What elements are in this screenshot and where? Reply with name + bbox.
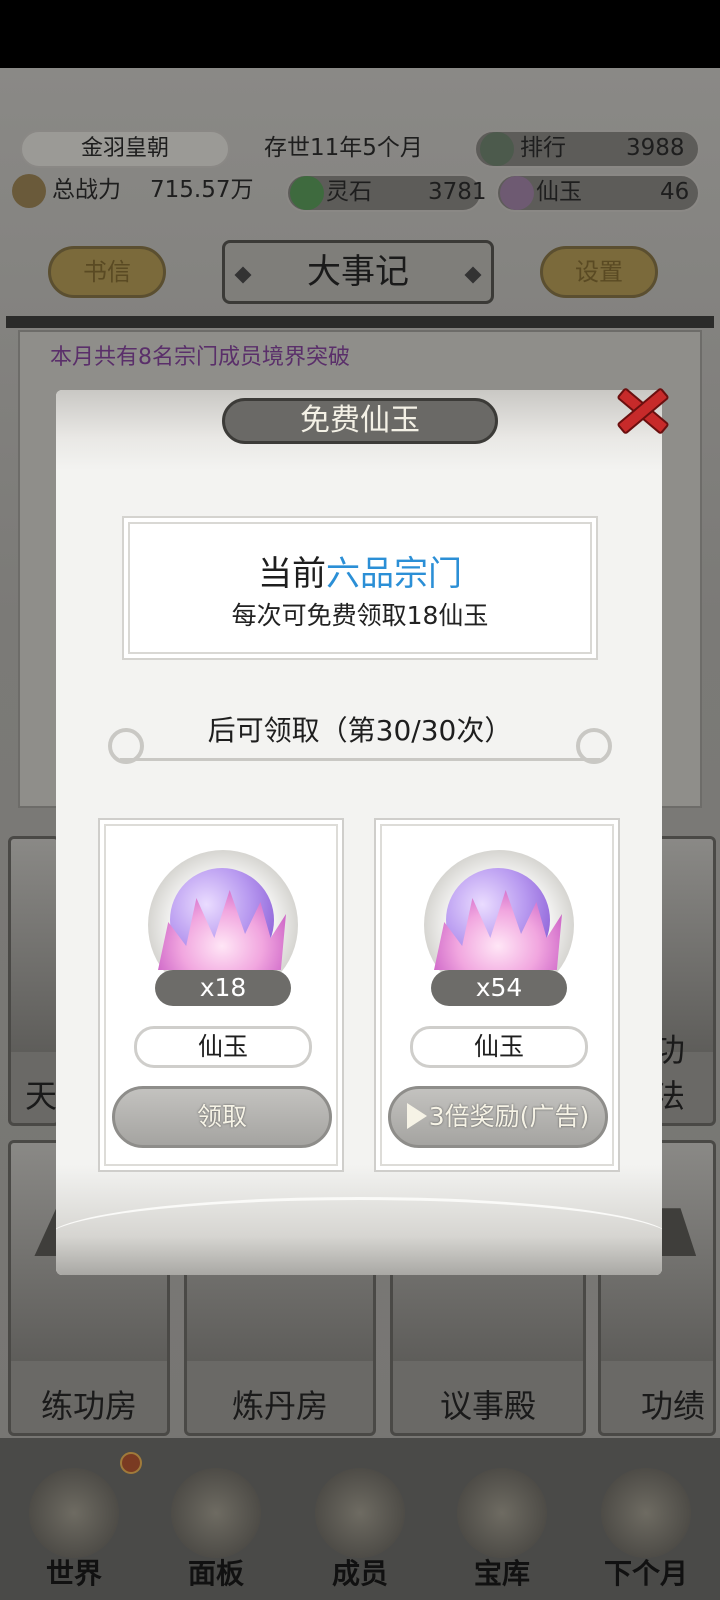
chronicle-title-text: 大事记 bbox=[307, 252, 409, 292]
dialog-title: 免费仙玉 bbox=[222, 398, 498, 444]
building-label: 功法 bbox=[653, 1031, 686, 1115]
building-art bbox=[653, 839, 713, 1052]
jade-label: 仙玉 bbox=[536, 179, 582, 205]
sect-rank-box: 当前六品宗门 每次可免费领取18仙玉 bbox=[122, 516, 598, 660]
reward-item-name: 仙玉 bbox=[410, 1026, 588, 1068]
rank-icon bbox=[480, 132, 514, 166]
nav-panel[interactable]: 面板 bbox=[146, 1438, 286, 1600]
notification-dot bbox=[120, 1452, 142, 1474]
nav-label: 面板 bbox=[187, 1557, 244, 1590]
nav-label: 世界 bbox=[45, 1557, 102, 1590]
power-label: 总战力 bbox=[52, 177, 121, 203]
sect-rank-line: 当前六品宗门 bbox=[124, 546, 596, 595]
nav-next-month[interactable]: 下个月 bbox=[576, 1438, 716, 1600]
rank-prefix: 当前 bbox=[258, 554, 326, 594]
spirit-stone-icon bbox=[290, 176, 324, 210]
rank-description: 每次可免费领取18仙玉 bbox=[231, 601, 489, 630]
diamond-ornament-right bbox=[464, 266, 482, 284]
scroll-divider bbox=[120, 758, 600, 761]
sect-name: 金羽皇朝 bbox=[80, 136, 169, 161]
rank-value: 3988 bbox=[626, 135, 685, 161]
treasury-icon bbox=[457, 1468, 547, 1558]
world-icon bbox=[29, 1468, 119, 1558]
scroll-rod bbox=[6, 316, 714, 328]
members-icon bbox=[315, 1468, 405, 1558]
sect-existence: 存世11年5个月 bbox=[264, 135, 423, 161]
jade-value: 46 bbox=[660, 179, 690, 205]
reward-card-normal: x18 仙玉 领取 bbox=[98, 818, 344, 1172]
reward-quantity: x54 bbox=[431, 970, 567, 1006]
reward-card-ad: x54 仙玉 3倍奖励(广告) bbox=[374, 818, 620, 1172]
ad-reward-label: 3倍奖励(广告) bbox=[428, 1102, 590, 1131]
log-line: 本月共有8名宗门成员境界突破 bbox=[50, 345, 350, 370]
reward-quantity: x18 bbox=[155, 970, 291, 1006]
diamond-ornament-left bbox=[234, 266, 252, 284]
jade-icon bbox=[500, 176, 534, 210]
sect-name-plate: 金羽皇朝 bbox=[20, 130, 230, 168]
building-label: 天 bbox=[25, 1077, 58, 1115]
settings-button[interactable]: 设置 bbox=[540, 246, 658, 298]
panel-icon bbox=[171, 1468, 261, 1558]
building-label: 炼丹房 bbox=[231, 1387, 328, 1425]
bottom-navigation: 世界 面板 成员 宝库 下个月 bbox=[0, 1438, 720, 1600]
building-left[interactable]: 天 bbox=[8, 836, 60, 1126]
power-icon bbox=[12, 174, 46, 208]
rank-label: 排行 bbox=[520, 135, 566, 161]
letters-button[interactable]: 书信 bbox=[48, 246, 166, 298]
building-label: 功绩 bbox=[641, 1387, 706, 1425]
reward-item-name: 仙玉 bbox=[134, 1026, 312, 1068]
building-art bbox=[11, 839, 57, 1052]
power-value: 715.57万 bbox=[150, 177, 254, 203]
chronicle-title: 大事记 bbox=[222, 240, 494, 304]
rank-name: 六品宗门 bbox=[326, 554, 462, 594]
play-icon bbox=[406, 1103, 427, 1129]
nav-treasury[interactable]: 宝库 bbox=[432, 1438, 572, 1600]
spirit-stone-value: 3781 bbox=[428, 179, 487, 205]
close-icon[interactable] bbox=[610, 380, 668, 438]
nav-members[interactable]: 成员 bbox=[290, 1438, 430, 1600]
ad-reward-button[interactable]: 3倍奖励(广告) bbox=[388, 1086, 608, 1148]
spirit-stone-label: 灵石 bbox=[326, 179, 372, 205]
nav-label: 宝库 bbox=[473, 1557, 530, 1590]
building-label: 练功房 bbox=[40, 1387, 137, 1425]
status-bar bbox=[0, 0, 720, 68]
claim-button[interactable]: 领取 bbox=[112, 1086, 332, 1148]
nav-world[interactable]: 世界 bbox=[4, 1438, 144, 1600]
nav-label: 下个月 bbox=[603, 1557, 688, 1590]
next-month-icon bbox=[601, 1468, 691, 1558]
building-label: 议事殿 bbox=[439, 1387, 536, 1425]
nav-label: 成员 bbox=[331, 1557, 388, 1590]
claim-timer: 后可领取（第30/30次） bbox=[207, 714, 513, 747]
